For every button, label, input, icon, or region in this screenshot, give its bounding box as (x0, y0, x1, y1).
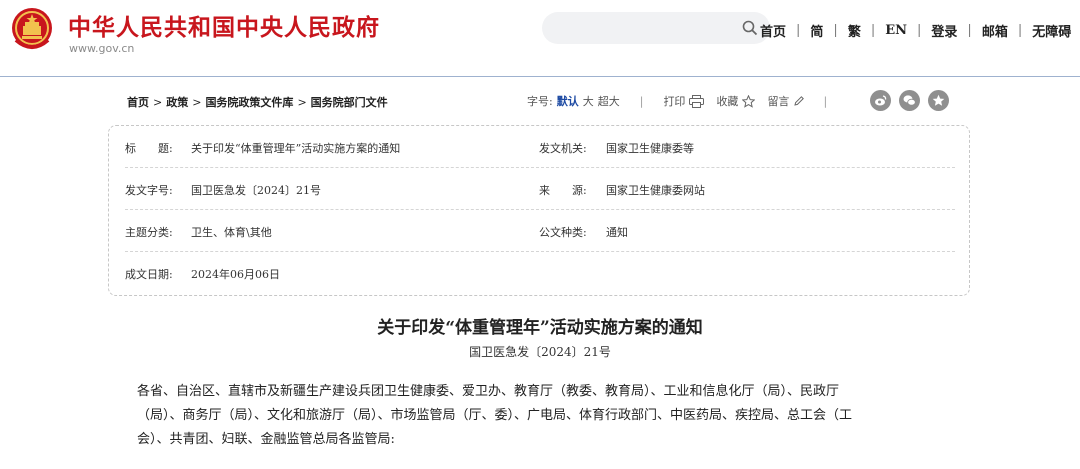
nav-login-link[interactable]: 登录 (931, 21, 957, 40)
site-header: 中华人民共和国中央人民政府 www.gov.cn 首页 | 简 | 繁 | EN… (0, 0, 1080, 76)
qzone-icon[interactable] (928, 90, 949, 111)
print-button[interactable]: 打印 (663, 93, 705, 109)
star-icon (742, 94, 756, 108)
search-input[interactable] (542, 12, 770, 44)
nav-traditional-link[interactable]: 繁 (848, 21, 861, 40)
nav-divider: | (870, 23, 876, 38)
print-label: 打印 (663, 95, 686, 108)
meta-date-value: 2024年06月06日 (191, 268, 280, 281)
nav-divider: | (833, 23, 838, 38)
top-nav: 首页 | 简 | 繁 | EN | 登录 | 邮箱 | 无障碍 (760, 21, 1071, 40)
meta-row: 标 题: 关于印发“体重管理年”活动实施方案的通知 发文机关: 国家卫生健康委等 (125, 126, 955, 168)
meta-row: 成文日期: 2024年06月06日 (125, 252, 955, 294)
meta-row: 主题分类: 卫生、体育\其他 公文种类: 通知 (125, 210, 955, 252)
document-title: 关于印发“体重管理年”活动实施方案的通知 (377, 318, 703, 338)
body-line: （局）、商务厅（局）、文化和旅游厅（局）、市场监管局（厅、委）、广电局、体育行政… (137, 408, 853, 423)
search-icon[interactable] (742, 20, 758, 36)
breadcrumb-policy-library[interactable]: 国务院政策文件库 (205, 96, 293, 109)
meta-doc-type-label: 公文种类: (539, 226, 587, 239)
nav-home-link[interactable]: 首页 (760, 21, 786, 40)
nav-divider: | (917, 23, 922, 38)
font-size-label: 字号: (527, 95, 553, 108)
meta-title-label: 标 题: (125, 142, 173, 155)
meta-title-value: 关于印发“体重管理年”活动实施方案的通知 (191, 142, 401, 155)
breadcrumb-separator: > (192, 96, 202, 109)
meta-doc-type-value: 通知 (606, 226, 628, 239)
meta-source-label: 来 源: (539, 184, 587, 197)
printer-icon (689, 94, 705, 108)
favorite-label: 收藏 (716, 95, 739, 108)
nav-accessibility-link[interactable]: 无障碍 (1032, 21, 1071, 40)
national-emblem-icon[interactable] (10, 6, 54, 52)
article-tools: 字号: 默认 大 超大 | 打印 收藏 留言 | (527, 93, 847, 109)
font-size-large-button[interactable]: 大 (583, 93, 594, 109)
nav-simplified-link[interactable]: 简 (810, 21, 823, 40)
nav-divider: | (967, 23, 972, 38)
meta-doc-no-value: 国卫医急发〔2024〕21号 (191, 184, 321, 197)
weibo-icon[interactable] (870, 90, 891, 111)
meta-doc-no-label: 发文字号: (125, 184, 173, 197)
meta-row: 发文字号: 国卫医急发〔2024〕21号 来 源: 国家卫生健康委网站 (125, 168, 955, 210)
nav-divider: | (796, 23, 801, 38)
comment-label: 留言 (767, 95, 790, 108)
breadcrumb-policy[interactable]: 政策 (166, 96, 188, 109)
breadcrumb: 首页 > 政策 > 国务院政策文件库 > 国务院部门文件 (127, 94, 388, 110)
document-number: 国卫医急发〔2024〕21号 (469, 345, 611, 359)
meta-category-label: 主题分类: (125, 226, 173, 239)
tools-divider: | (823, 94, 828, 108)
pencil-icon (794, 96, 805, 106)
meta-date-label: 成文日期: (125, 268, 173, 281)
nav-divider: | (1017, 23, 1023, 38)
tools-divider: | (639, 94, 644, 108)
header-divider (0, 76, 1080, 77)
meta-issuer-value: 国家卫生健康委等 (606, 142, 694, 155)
breadcrumb-department-docs[interactable]: 国务院部门文件 (311, 96, 388, 109)
wechat-icon[interactable] (899, 90, 920, 111)
nav-mail-link[interactable]: 邮箱 (982, 21, 1008, 40)
breadcrumb-home[interactable]: 首页 (127, 96, 149, 109)
breadcrumb-separator: > (297, 96, 307, 109)
meta-issuer-label: 发文机关: (539, 142, 587, 155)
site-url: www.gov.cn (69, 42, 135, 55)
font-size-xlarge-button[interactable]: 超大 (598, 93, 620, 109)
breadcrumb-separator: > (153, 96, 163, 109)
body-line: 会）、共青团、妇联、金融监管总局各监管局: (137, 432, 395, 447)
document-body: 各省、自治区、直辖市及新疆生产建设兵团卫生健康委、爱卫办、教育厅（教委、教育局）… (137, 380, 927, 452)
document-metadata-box: 标 题: 关于印发“体重管理年”活动实施方案的通知 发文机关: 国家卫生健康委等… (108, 125, 970, 296)
body-line: 各省、自治区、直辖市及新疆生产建设兵团卫生健康委、爱卫办、教育厅（教委、教育局）… (137, 384, 840, 399)
font-size-default-button[interactable]: 默认 (557, 93, 579, 109)
site-title[interactable]: 中华人民共和国中央人民政府 (68, 8, 380, 42)
share-buttons (870, 90, 957, 111)
favorite-button[interactable]: 收藏 (716, 93, 756, 109)
meta-category-value: 卫生、体育\其他 (191, 226, 272, 239)
nav-english-link[interactable]: EN (885, 23, 907, 38)
comment-button[interactable]: 留言 (767, 93, 805, 109)
meta-source-value: 国家卫生健康委网站 (606, 184, 705, 197)
